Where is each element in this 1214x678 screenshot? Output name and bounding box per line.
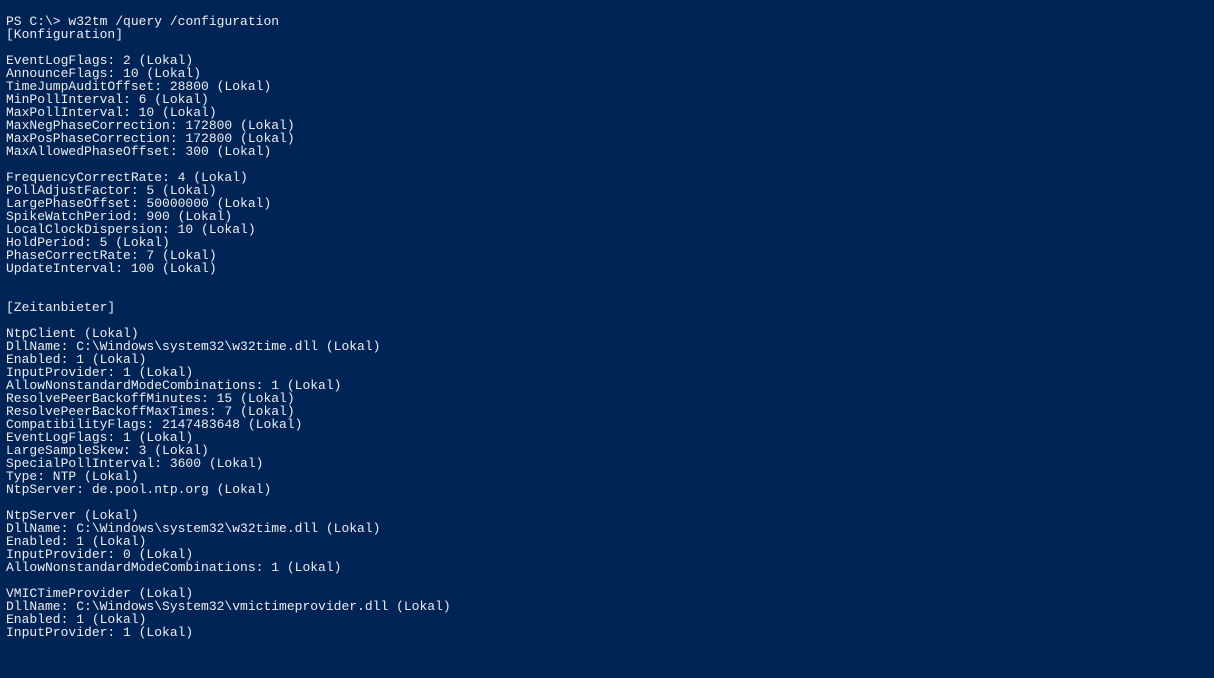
prompt-line[interactable]: PS C:\> w32tm /query /configuration (6, 15, 1208, 28)
terminal-output[interactable]: [Konfiguration] EventLogFlags: 2 (Lokal)… (6, 27, 451, 640)
